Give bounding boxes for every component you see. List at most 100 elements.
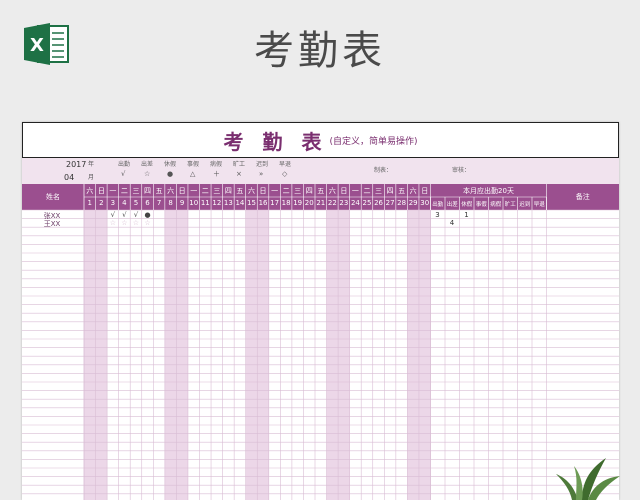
weekend-column [95,210,108,500]
attendance-mark[interactable]: √ [130,211,142,219]
summary-column-header: 出勤 [432,202,444,208]
legend-label: 休假 [164,161,177,168]
day-header: 24 [350,199,360,207]
day-header: 16 [258,199,268,207]
day-header: 20 [304,199,314,207]
grid-lines [22,184,619,500]
day-header: 13 [223,199,233,207]
weekday-header: 六 [409,187,417,195]
day-header: 19 [293,199,303,207]
summary-header: 本月应出勤20天 [463,187,514,195]
weekend-column [257,210,269,500]
legend-label: 出勤 [118,161,131,168]
day-header: 14 [235,199,245,207]
day-header: 12 [212,199,222,207]
weekday-header: 六 [328,187,336,195]
weekday-header: 四 [224,187,232,195]
legend-symbol: ＋ [213,170,220,178]
weekday-header: 二 [282,187,290,195]
day-header: 18 [281,199,291,207]
weekday-header: 一 [190,187,198,195]
weekend-column [407,210,419,500]
summary-count[interactable]: 3 [431,211,445,219]
attendance-grid[interactable]: 姓名六日一二三四五六日一二三四五六日一二三四五六日一二三四五六日 1 2 3 4 5 6 7 8… [22,184,619,500]
attendance-mark[interactable]: √ [119,211,131,219]
weekday-header: 六 [247,187,255,195]
legend-label: 迟到 [256,161,269,168]
weekday-header: 三 [213,187,221,195]
year-value[interactable]: 2017 [66,160,86,169]
weekend-column [245,210,258,500]
summary-column-header: 旷工 [504,202,516,208]
legend-label: 早退 [279,161,292,168]
attendance-mark[interactable]: ☆ [119,219,131,227]
day-header: 27 [385,199,395,207]
summary-count[interactable]: 1 [460,211,474,219]
day-header: 28 [397,199,407,207]
attendance-mark[interactable]: ● [142,211,154,219]
attendance-mark[interactable]: ☆ [130,219,142,227]
weekday-header: 六 [86,187,94,195]
month-value[interactable]: 04 [64,173,74,182]
weekday-header: 二 [120,187,128,195]
legend-label: 事假 [187,161,200,168]
attendance-mark[interactable]: ☆ [142,219,154,227]
summary-column-header: 事假 [475,202,487,208]
weekday-header: 日 [340,187,348,195]
weekday-header: 五 [398,187,406,195]
employee-name[interactable]: 王XX [22,219,82,229]
weekday-header: 日 [259,187,267,195]
day-header: 30 [420,199,430,207]
attendance-mark[interactable]: √ [107,211,119,219]
year-label: 年 [88,161,95,168]
reviewer-label: 审核： [452,167,471,174]
day-header: 29 [408,199,418,207]
day-header: 8 [168,199,173,207]
day-header: 4 [122,199,127,207]
day-header: 11 [200,199,210,207]
weekday-header: 六 [167,187,175,195]
legend-symbol: √ [121,170,126,178]
weekend-column [338,210,350,500]
legend-symbol: » [259,170,264,178]
summary-column-header: 早退 [533,202,545,208]
weekend-column [164,210,177,500]
name-header: 姓名 [46,193,60,201]
legend-symbol: × [236,170,242,178]
day-header: 5 [133,199,139,207]
day-header: 2 [99,199,104,207]
weekday-header: 二 [363,187,371,195]
weekday-header: 四 [144,187,152,195]
weekday-header: 四 [305,187,313,195]
day-header: 26 [374,199,383,207]
plant-decoration-icon [556,458,620,500]
weekend-column [418,210,431,500]
legend-band: 2017 年 04 月 出勤 √ 出差 ☆ 休假 ● 事假 △ 病假 ＋ 旷工 × 迟到 » 早退 ◇ 制表：… [22,158,619,184]
tabulator-label: 制表： [374,167,393,174]
weekday-header: 三 [132,187,140,195]
legend-symbol: △ [190,170,196,178]
weekday-header: 四 [386,187,394,195]
remark-header: 备注 [575,193,590,201]
weekday-header: 五 [236,187,244,195]
weekend-column [84,210,96,500]
legend-label: 病假 [210,161,223,168]
summary-count[interactable]: 4 [445,219,459,227]
month-label: 月 [88,174,95,181]
summary-column-header: 迟到 [519,202,531,208]
day-header: 3 [110,199,116,207]
weekday-header: 五 [317,187,325,195]
summary-column-header: 休假 [461,202,473,208]
weekday-header: 二 [201,187,209,195]
day-header: 1 [87,199,92,207]
sheet-title: 考 勤 表 [223,129,328,154]
weekday-header: 日 [97,187,105,195]
sheet-title-box[interactable]: 考 勤 表 (自定义，简单易操作) [22,122,619,158]
sheet-subtitle: (自定义，简单易操作) [329,136,418,147]
weekday-header: 日 [178,187,186,195]
attendance-mark[interactable]: ☆ [107,219,119,227]
summary-column-header: 病假 [490,202,502,208]
day-header: 7 [156,199,162,207]
day-header: 15 [247,199,256,207]
day-header: 9 [179,199,185,207]
